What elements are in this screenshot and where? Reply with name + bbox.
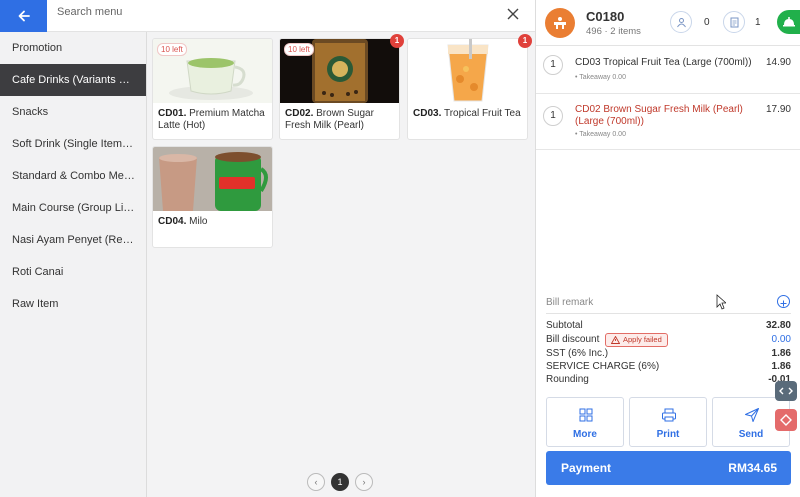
product-name: CD02. Brown Sugar Fresh Milk (Pearl) — [285, 108, 395, 132]
product-card[interactable]: 10 left CD01. Premium Matcha Latte (Hot) — [152, 38, 273, 140]
product-image-fruit-tea — [408, 39, 527, 103]
more-label: More — [573, 429, 597, 440]
subtotal-row: Subtotal 32.80 — [546, 320, 791, 333]
stock-badge: 10 left — [284, 43, 314, 56]
pagination: ‹ 1 › — [307, 473, 373, 491]
product-name: CD03. Tropical Fruit Tea — [413, 108, 523, 120]
category-item[interactable]: Raw Item — [0, 288, 146, 320]
page-number-current[interactable]: 1 — [331, 473, 349, 491]
grid-icon — [579, 408, 593, 422]
category-item[interactable]: Soft Drink (Single Item Set... — [0, 128, 146, 160]
item-price: 14.90 — [765, 57, 791, 68]
product-image-milo — [153, 147, 272, 211]
product-card[interactable]: 1 CD03. Tropical Fruit Tea — [407, 34, 532, 140]
payment-amount: RM34.65 — [728, 461, 777, 475]
product-title: Milo — [189, 216, 208, 227]
subtotal-label: Subtotal — [546, 320, 583, 331]
table-icon — [554, 17, 566, 29]
discount-label: Bill discount — [546, 334, 600, 345]
search-input[interactable] — [57, 4, 477, 20]
rounding-label: Rounding — [546, 374, 589, 385]
divider — [546, 313, 791, 314]
send-icon — [745, 408, 759, 422]
back-button[interactable] — [0, 0, 47, 32]
order-panel: C0180 496 · 2 items 0 1 1 CD03 Tropical … — [535, 0, 800, 497]
service-bell-button[interactable] — [777, 10, 800, 34]
sst-label: SST (6% Inc.) — [546, 348, 609, 359]
item-quantity[interactable]: 1 — [543, 106, 563, 126]
bill-button[interactable] — [723, 11, 745, 33]
user-icon — [676, 17, 686, 27]
category-sidebar: Promotion Cafe Drinks (Variants & Gr... … — [0, 32, 147, 497]
product-title: Tropical Fruit Tea — [443, 108, 521, 119]
dev-tool-icon[interactable] — [775, 381, 797, 401]
category-item[interactable]: Nasi Ayam Penyet (Recipe... — [0, 224, 146, 256]
apply-failed-badge[interactable]: Apply failed — [605, 333, 668, 347]
search-bar — [47, 0, 535, 32]
item-modifier: • Takeaway 0.00 — [575, 74, 626, 81]
apply-failed-text: Apply failed — [623, 335, 662, 344]
order-table-number: C0180 — [586, 9, 625, 24]
product-code: CD01. — [158, 108, 187, 119]
prev-page-button[interactable]: ‹ — [307, 473, 325, 491]
sst-value: 1.86 — [771, 348, 791, 359]
tag-tool-icon[interactable] — [775, 409, 797, 431]
service-charge-label: SERVICE CHARGE (6%) — [546, 361, 660, 372]
product-grid: 10 left CD01. Premium Matcha Latte (Hot)… — [147, 32, 535, 497]
product-name: CD01. Premium Matcha Latte (Hot) — [158, 108, 268, 132]
print-button[interactable]: Print — [629, 397, 707, 447]
category-item[interactable]: Snacks — [0, 96, 146, 128]
order-line-item[interactable]: 1 CD02 Brown Sugar Fresh Milk (Pearl) (L… — [536, 94, 800, 150]
more-button[interactable]: More — [546, 397, 624, 447]
printer-icon — [662, 408, 676, 422]
guest-count: 0 — [704, 17, 710, 28]
stock-badge: 10 left — [157, 43, 187, 56]
category-item[interactable]: Roti Canai — [0, 256, 146, 288]
bill-count: 1 — [755, 17, 761, 28]
add-remark-button[interactable] — [777, 295, 790, 308]
close-icon[interactable] — [505, 6, 521, 22]
bell-icon — [783, 17, 795, 27]
table-avatar[interactable] — [545, 8, 575, 38]
bill-remark-label[interactable]: Bill remark — [546, 297, 593, 308]
product-code: CD03. — [413, 108, 442, 119]
plus-icon — [780, 300, 787, 307]
subtotal-value: 32.80 — [765, 320, 791, 331]
item-price: 17.90 — [765, 104, 791, 115]
order-header: C0180 496 · 2 items 0 1 — [536, 0, 800, 46]
payment-button[interactable]: Payment RM34.65 — [546, 451, 791, 485]
cart-count-badge: 1 — [518, 34, 532, 48]
document-icon — [730, 17, 738, 27]
guest-button[interactable] — [670, 11, 692, 33]
next-page-button[interactable]: › — [355, 473, 373, 491]
item-name: CD03 Tropical Fruit Tea (Large (700ml)) — [575, 57, 752, 68]
category-item[interactable]: Standard & Combo Meal (I... — [0, 160, 146, 192]
arrow-left-icon — [18, 10, 30, 22]
category-item-active[interactable]: Cafe Drinks (Variants & Gr... — [0, 64, 146, 96]
print-label: Print — [656, 429, 680, 440]
pos-app: Promotion Cafe Drinks (Variants & Gr... … — [0, 0, 800, 497]
mouse-cursor-icon — [716, 294, 726, 310]
category-item[interactable]: Promotion — [0, 32, 146, 64]
category-item[interactable]: Main Course (Group Link ... — [0, 192, 146, 224]
item-quantity[interactable]: 1 — [543, 55, 563, 75]
service-charge-row: SERVICE CHARGE (6%) 1.86 — [546, 361, 791, 374]
product-card[interactable]: 10 left 1 CD02. Brown Sugar Fresh Milk (… — [279, 34, 404, 140]
product-name: CD04. Milo — [158, 216, 268, 228]
product-card[interactable]: CD04. Milo — [152, 146, 273, 248]
discount-value[interactable]: 0.00 — [772, 334, 791, 345]
item-name: CD02 Brown Sugar Fresh Milk (Pearl) (Lar… — [575, 104, 743, 127]
rounding-row: Rounding -0.01 — [546, 374, 791, 387]
sst-row: SST (6% Inc.) 1.86 — [546, 348, 791, 361]
item-modifier: • Takeaway 0.00 — [575, 131, 626, 138]
service-charge-value: 1.86 — [771, 361, 791, 372]
warning-icon — [611, 336, 620, 344]
order-subtitle: 496 · 2 items — [586, 26, 641, 37]
product-code: CD02. — [285, 108, 314, 119]
discount-row: Bill discount Apply failed 0.00 — [546, 333, 791, 347]
payment-label: Payment — [561, 461, 612, 475]
cart-count-badge: 1 — [390, 34, 404, 48]
order-line-item[interactable]: 1 CD03 Tropical Fruit Tea (Large (700ml)… — [536, 46, 800, 94]
product-code: CD04. — [158, 216, 187, 227]
